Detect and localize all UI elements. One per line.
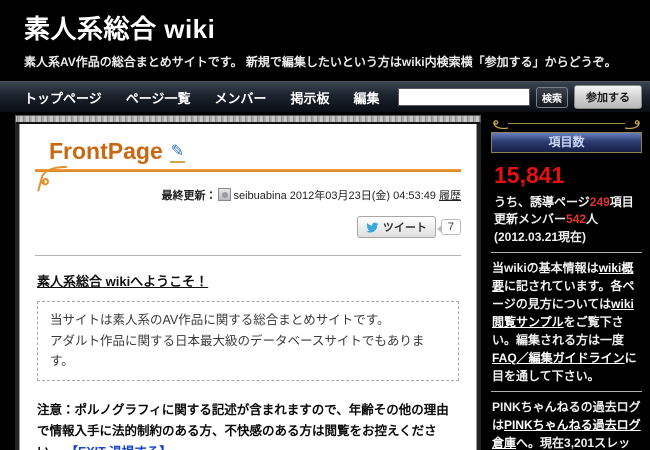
metal-strip-decoration xyxy=(15,115,481,124)
ornament-line xyxy=(508,123,625,124)
page-title-row: FrontPage ✎ xyxy=(49,138,461,165)
pencil-icon: ✎ xyxy=(171,141,184,161)
info1-t1: 当wikiの基本情報は xyxy=(492,261,599,275)
sidebar: 項目数 15,841 うち、誘導ページ249項目 更新メンバー542人 (201… xyxy=(488,115,645,450)
notice-paragraph: 注意：ポルノグラフィに関する記述が含まれますので、年齢その他の理由で情報入手に法… xyxy=(37,400,459,450)
sidebar-divider-1 xyxy=(491,252,642,253)
welcome-heading: 素人系総合 wikiへようこそ！ xyxy=(37,271,461,290)
tweet-button[interactable]: ツイート xyxy=(357,216,436,238)
flourish-icon xyxy=(37,165,67,192)
tweet-count-badge[interactable]: 7 xyxy=(441,219,461,235)
main-row: FrontPage ✎ 最終更新： seibuabina 2012年03月23日(… xyxy=(0,115,650,450)
sidebar-divider-2 xyxy=(491,391,642,392)
intro-line-2: アダルト作品に関する日本最大級のデータベースサイトでもあります。 xyxy=(50,331,446,372)
note2-post: 人 xyxy=(586,212,598,226)
content-box: FrontPage ✎ 最終更新： seibuabina 2012年03月23日(… xyxy=(15,124,481,450)
faq-guideline-link[interactable]: FAQ／編集ガイドライン xyxy=(492,351,625,365)
last-updated-user: seibuabina xyxy=(234,190,287,202)
intro-line-1: 当サイトは素人系のAV作品に関する総合まとめサイトです。 xyxy=(50,310,446,331)
last-updated-label: 最終更新： xyxy=(162,190,217,202)
site-subtitle: 素人系AV作品の総合まとめサイトです。 新規で編集したいという方はwiki内検索… xyxy=(24,53,650,70)
nav-item-page-list[interactable]: ページ一覧 xyxy=(126,88,191,107)
site-title: 素人系総合 wiki xyxy=(24,9,650,46)
notice-text: 注意：ポルノグラフィに関する記述が含まれますので、年齢その他の理由で情報入手に法… xyxy=(37,403,449,450)
nav-item-top-page[interactable]: トップページ xyxy=(24,88,102,107)
user-avatar-icon xyxy=(218,188,231,201)
note1-pre: うち、誘導ページ xyxy=(494,195,590,209)
join-button[interactable]: 参加する xyxy=(574,85,642,109)
history-link[interactable]: 履歴 xyxy=(439,190,461,202)
info2-t2: へ。現在 xyxy=(516,436,564,450)
nav-item-bbs[interactable]: 掲示板 xyxy=(291,88,330,107)
exit-link[interactable]: 【EXIT 退場する】 xyxy=(66,445,172,450)
nav-item-edit[interactable]: 編集 xyxy=(354,88,380,107)
page-title: FrontPage xyxy=(49,138,163,165)
nav-item-members[interactable]: メンバー xyxy=(215,88,267,107)
site-header: 素人系総合 wiki 素人系AV作品の総合まとめサイトです。 新規で編集したいと… xyxy=(0,0,650,70)
last-updated-datetime: 2012年03月23日(金) 04:53:49 xyxy=(290,190,436,202)
corner-flourish-left-icon xyxy=(492,119,508,132)
sidebar-info-1: 当wikiの基本情報はwiki概要に記されています。各ページの見方についてはwi… xyxy=(492,259,642,385)
item-count-value: 15,841 xyxy=(494,162,642,189)
note2-num: 542 xyxy=(566,212,586,226)
content-divider xyxy=(35,255,461,256)
count-note-1: うち、誘導ページ249項目 xyxy=(494,194,642,211)
item-count-header: 項目数 xyxy=(491,132,642,153)
count-note-2: 更新メンバー542人 xyxy=(494,211,642,228)
last-updated-line: 最終更新：seibuabina 2012年03月23日(金) 04:53:49 … xyxy=(35,187,461,203)
count-date: (2012.03.21現在) xyxy=(494,229,642,246)
note2-pre: 更新メンバー xyxy=(494,212,566,226)
corner-flourish-right-icon xyxy=(625,119,641,132)
tweet-button-label: ツイート xyxy=(383,219,427,235)
edit-page-button[interactable]: ✎ xyxy=(170,141,185,163)
sidebar-info-2: PINKちゃんねるの過去ログはPINKちゃんねる過去ログ倉庫へ。現在3,201ス… xyxy=(492,398,642,450)
nav-items: トップページ ページ一覧 メンバー 掲示板 編集 xyxy=(24,88,380,107)
note1-num: 249 xyxy=(590,195,610,209)
twitter-bird-icon xyxy=(366,221,379,234)
tweet-row: ツイート 7 xyxy=(35,216,461,238)
search-button[interactable]: 検索 xyxy=(536,87,568,108)
search-input[interactable] xyxy=(398,88,530,106)
nav-bar: トップページ ページ一覧 メンバー 掲示板 編集 検索 参加する xyxy=(0,81,650,112)
intro-box: 当サイトは素人系のAV作品に関する総合まとめサイトです。 アダルト作品に関する日… xyxy=(37,301,459,381)
nav-search-area: 検索 参加する xyxy=(398,85,642,109)
note1-post: 項目 xyxy=(610,195,634,209)
orange-divider xyxy=(35,169,461,172)
content-column: FrontPage ✎ 最終更新： seibuabina 2012年03月23日(… xyxy=(15,115,481,450)
sidebar-ornament xyxy=(492,119,641,132)
thread-count: 3,201 xyxy=(564,436,594,450)
